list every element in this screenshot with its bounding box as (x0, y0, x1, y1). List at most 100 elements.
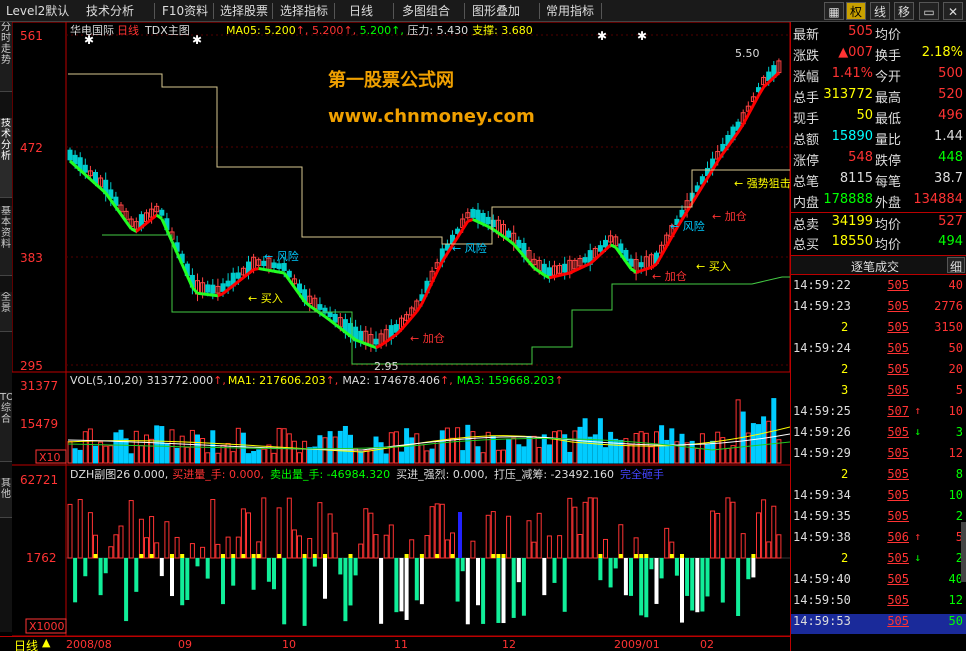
menu-select-stock[interactable]: 选择股票 (216, 2, 272, 20)
sidebar-tab-technical[interactable]: 技术分析 (0, 118, 12, 198)
period-label[interactable]: 日线 (14, 637, 38, 651)
quote-label: 最新 (793, 28, 820, 43)
candle-body (210, 284, 216, 294)
dzh-buy-bar (332, 532, 338, 559)
sidebar-tab-panorama[interactable]: 全景 (0, 292, 12, 332)
volume-bar (271, 452, 277, 464)
rights-button[interactable]: 权 (846, 2, 866, 20)
tick-row[interactable]: 14:59:22 505 40 (791, 278, 966, 298)
tick-time: 14:59:34 (793, 488, 851, 502)
close-icon[interactable]: ✕ (943, 2, 963, 20)
dzh-buy-bar (439, 503, 445, 559)
tick-row[interactable]: 14:59:25 507 ↑ 10 (791, 404, 966, 424)
dzh-buy-bar (526, 520, 532, 559)
tick-row[interactable]: 14:59:34 505 10 (791, 488, 966, 508)
dzh-buy-bar (567, 497, 573, 559)
sidebar-tab-top[interactable]: TOP综合 (0, 392, 12, 462)
tick-row[interactable]: 14:59:53 505 50 (791, 614, 966, 634)
dzh-buy-bar (368, 512, 374, 559)
tick-row[interactable]: 14:59:40 505 40 (791, 572, 966, 592)
dzh-buy-bar (664, 527, 670, 559)
tick-time: 14:59:50 (793, 593, 851, 607)
ticks-detail-button[interactable]: 细 (947, 257, 965, 274)
volume-bar (200, 438, 206, 464)
tick-price: 505 (887, 383, 909, 397)
menu-multi-chart[interactable]: 多图组合 (398, 2, 454, 20)
menu-f10[interactable]: F10资料 (158, 2, 212, 20)
dzh-sell-bar (644, 558, 649, 618)
quote-label: 跌停 (875, 154, 902, 169)
tick-row[interactable]: 14:59:29 505 12 (791, 446, 966, 466)
triangle-icon[interactable]: ▲ (42, 636, 50, 649)
tick-volume: 10 (948, 404, 963, 418)
candle-body (220, 283, 226, 292)
tick-row[interactable]: 14:59:35 505 2 (791, 509, 966, 529)
tick-arrow-icon: ↑ (914, 530, 921, 543)
menu-technical-analysis[interactable]: 技术分析 (82, 2, 138, 20)
tick-row[interactable]: 2 505 3150 (791, 320, 966, 340)
dzh-sell-bar (481, 558, 486, 624)
volume-bar (455, 427, 461, 464)
scrollbar[interactable] (961, 522, 966, 582)
sidebar-tab-basic-info[interactable]: 基本资料 (0, 206, 12, 276)
volume-bar (495, 449, 501, 464)
x-axis-label: 12 (502, 638, 516, 651)
move-button[interactable]: 移 (894, 2, 914, 20)
dzh-sell-bar (562, 558, 567, 612)
signal-risk: ← 风险 (264, 249, 299, 263)
volume-bar (506, 439, 512, 464)
volume-bar (327, 431, 333, 464)
dzh-buy-bar (87, 512, 93, 559)
tick-row[interactable]: 14:59:50 505 12 (791, 593, 966, 613)
total-buy-row: 总买 18550 均价 494 (791, 234, 966, 255)
signal-buy: ← 买入 (248, 292, 283, 305)
tick-volume: 2 (955, 509, 963, 523)
quote-value: 520 (938, 87, 963, 102)
dzh-sell-bar (496, 558, 501, 623)
volume-bar (761, 416, 767, 464)
dzh-bars (66, 497, 790, 626)
tick-volume: 50 (948, 614, 963, 628)
signal-add: ← 加仓 (712, 209, 747, 223)
tick-row[interactable]: 14:59:23 505 2776 (791, 299, 966, 319)
dzh-sell-bar (343, 558, 348, 622)
line-button[interactable]: 线 (870, 2, 890, 20)
grid-icon[interactable]: ▦ (824, 2, 844, 20)
quote-value: 134884 (913, 192, 963, 207)
dzh-yellow-mark (419, 554, 424, 558)
tick-row[interactable]: 2 505 20 (791, 362, 966, 382)
dzh-sell-bar (170, 558, 174, 597)
tick-row[interactable]: 3 505 5 (791, 383, 966, 403)
volume-bar (235, 427, 241, 464)
tick-row[interactable]: 14:59:26 505 ↓ 3 (791, 425, 966, 445)
signal-add: ← 加仓 (652, 269, 687, 283)
y-tick-label: 472 (20, 141, 43, 155)
buy-avg-price: 494 (938, 234, 963, 249)
dzh-yellow-mark (149, 554, 154, 558)
tick-price: 505 (887, 509, 909, 523)
tick-price: 505 (887, 593, 909, 607)
chart-area[interactable]: 华电国际 日线 TDX主图 MA05: 5.200↑, 5.200↑, 5.200↑… (12, 22, 790, 636)
tick-row[interactable]: 14:59:24 505 50 (791, 341, 966, 361)
menu-overlay[interactable]: 图形叠加 (468, 2, 524, 20)
quote-row: 现手 50 最低 496 (791, 108, 966, 129)
tick-row[interactable]: 2 505 ↓ 2 (791, 551, 966, 571)
dzh-sell-bar (282, 558, 287, 625)
menu-common-indicators[interactable]: 常用指标 (542, 2, 598, 20)
ma-line-segment (268, 268, 275, 273)
quote-label: 换手 (875, 49, 902, 64)
avg-label: 均价 (875, 238, 902, 253)
tick-row[interactable]: 2 505 8 (791, 467, 966, 487)
dzh-yellow-mark (639, 554, 644, 558)
menu-select-indicator[interactable]: 选择指标 (276, 2, 332, 20)
minimize-icon[interactable]: ▭ (919, 2, 939, 20)
quote-value: 505 (848, 24, 873, 39)
tick-row[interactable]: 14:59:38 506 ↑ 5 (791, 530, 966, 550)
ma-line-segment (258, 267, 265, 271)
sidebar-tab-other[interactable]: 其他 (0, 478, 12, 518)
dzh-sell-bar (705, 558, 710, 597)
dzh-sell-bar (680, 558, 684, 623)
menu-level2-default[interactable]: Level2默认 (2, 2, 73, 20)
menu-daily-line[interactable]: 日线 (345, 2, 377, 20)
sidebar-tab-intraday[interactable]: 分时走势 (0, 22, 12, 92)
